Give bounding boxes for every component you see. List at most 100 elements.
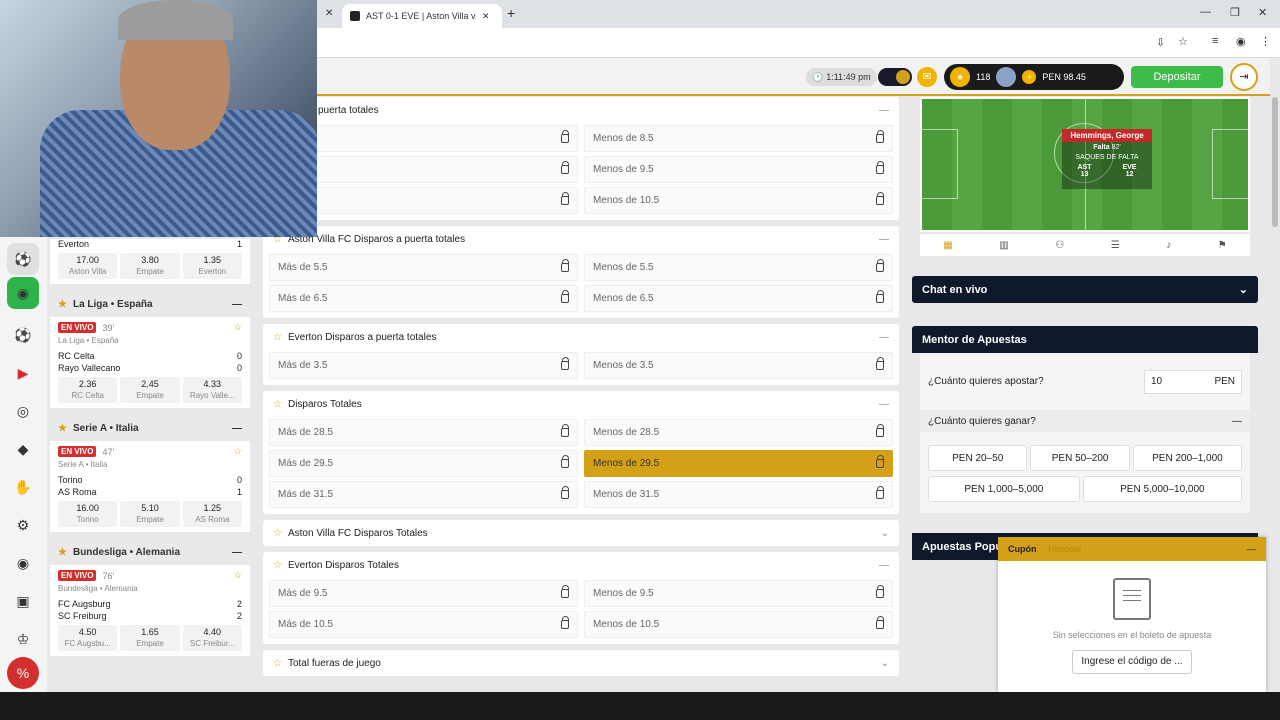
deposit-button[interactable]: Depositar [1131,66,1223,88]
close-window-icon[interactable]: ✕ [1258,6,1267,19]
odd-button[interactable]: 1.25 AS Roma [182,501,242,527]
odd-button[interactable]: 17.00 Aston Villa [58,253,118,279]
odds-cell[interactable]: Menos de 6.5 [584,285,893,312]
game-icon[interactable]: ⚙ [7,509,39,541]
football-icon[interactable]: ⚽ [7,319,39,351]
odd-button[interactable]: 4.50 FC Augsbu... [58,625,118,651]
history-tab[interactable]: Historial [1049,544,1082,554]
add-funds-icon[interactable]: + [1022,70,1037,84]
live-icon[interactable]: ◉ [7,277,39,309]
odd-button[interactable]: 1.65 Empate [120,625,180,651]
odds-cell[interactable]: Más de 9.5 [269,580,578,607]
range-button[interactable]: PEN 20–50 [928,445,1028,471]
odd-button[interactable]: 3.80 Empate [120,253,180,279]
hands-icon[interactable]: ✋ [7,471,39,503]
odds-cell[interactable]: Más de 28.5 [269,419,578,446]
favorite-star-icon[interactable]: ☆ [234,322,242,333]
odds-cell[interactable]: Menos de 29.5 [584,450,893,477]
league-header[interactable]: ★ Bundesliga • Alemania — [50,540,250,565]
target-icon[interactable]: ◎ [7,395,39,427]
market-header[interactable]: ☆ Everton Disparos Totales — [263,552,899,578]
play-icon[interactable]: ▶ [7,357,39,389]
table-icon[interactable]: ☰ [1111,240,1120,251]
minimize-icon[interactable]: — [1200,6,1211,18]
stats-icon[interactable]: ▥ [999,240,1008,251]
live-chat-header[interactable]: Chat en vivo ⌄ [912,276,1258,303]
odd-button[interactable]: 2.45 Empate [120,377,180,403]
favorite-star-icon[interactable]: ☆ [234,570,242,581]
match-card[interactable]: Everton 1 17.00 Aston Villa 3.80 Empate 1.3… [50,239,250,284]
close-tab-icon[interactable]: ✕ [482,11,490,22]
pitch-icon[interactable]: ▦ [943,240,952,251]
odd-button[interactable]: 4.40 SC Freibur... [182,625,242,651]
market-header[interactable]: ☆ Aston Villa FC Disparos Totales ⌄ [263,520,899,546]
odd-button[interactable]: 5.10 Empate [120,501,180,527]
profile-icon[interactable]: ◉ [1236,35,1246,48]
market-header[interactable]: ☆ Total fueras de juego ⌄ [263,650,899,676]
market-header[interactable]: ☆ Aston Villa FC Disparos a puerta totale… [263,226,899,252]
odds-cell[interactable]: Menos de 10.5 [584,187,893,214]
away-score: 0 [236,363,242,373]
minimize-slip-icon[interactable]: — [1247,544,1256,554]
percent-icon[interactable]: % [7,657,39,689]
odds-cell[interactable]: Más de 10.5 [269,611,578,638]
soccer-ball-icon[interactable]: ⚽ [7,243,39,275]
odds-cell[interactable]: Más de 31.5 [269,481,578,508]
odds-cell[interactable]: Más de 5.5 [269,254,578,281]
mail-icon[interactable]: ✉ [917,67,937,87]
menu-icon[interactable]: ⋮ [1260,35,1271,48]
win-question-row[interactable]: ¿Cuánto quieres ganar? — [920,410,1250,432]
bottle-icon[interactable]: ▣ [7,585,39,617]
promo-code-button[interactable]: Ingrese el código de ... [1072,650,1192,674]
odd-button[interactable]: 2.36 RC Celta [58,377,118,403]
odds-cell[interactable]: Menos de 31.5 [584,481,893,508]
install-icon[interactable]: ⇩ [1156,36,1165,49]
odds-cell[interactable]: Menos de 8.5 [584,125,893,152]
bookmark-star-icon[interactable]: ☆ [1178,35,1188,48]
favorite-star-icon[interactable]: ☆ [234,446,242,457]
odds-cell[interactable]: Más de 29.5 [269,450,578,477]
avatar[interactable] [996,67,1017,87]
restore-icon[interactable]: ❐ [1230,6,1240,19]
logout-icon[interactable]: ⇥ [1230,63,1258,91]
odd-button[interactable]: 1.35 Everton [182,253,242,279]
league-header[interactable]: ★ La Liga • España — [50,292,250,317]
medal-icon[interactable]: ◉ [7,547,39,579]
odds-cell[interactable]: Menos de 9.5 [584,156,893,183]
chips-icon[interactable]: ◆ [7,433,39,465]
new-tab-button[interactable]: + [507,5,515,21]
lineup-icon[interactable]: ⚇ [1055,240,1064,251]
mic-icon[interactable]: ♪ [1166,240,1171,251]
odds-cell[interactable]: Menos de 9.5 [584,580,893,607]
page-scrollbar[interactable] [1272,97,1278,227]
close-tab-icon[interactable]: ✕ [325,8,333,19]
amount-input[interactable]: 10 PEN [1144,369,1242,394]
theme-toggle[interactable] [878,68,912,86]
odds-cell[interactable]: Más de 3.5 [269,352,578,379]
odds-cell[interactable]: Menos de 5.5 [584,254,893,281]
range-button[interactable]: PEN 1,000–5,000 [928,476,1080,502]
range-button[interactable]: PEN 5,000–10,000 [1082,476,1242,502]
browser-tab-active[interactable]: AST 0-1 EVE | Aston Villa vs Eve ✕ [342,4,502,28]
range-button[interactable]: PEN 50–200 [1030,445,1130,471]
odds-cell[interactable]: Menos de 3.5 [584,352,893,379]
match-card[interactable]: EN VIVO 76' ☆ Bundesliga • Alemania FC Aug… [50,565,250,656]
odds-cell[interactable]: Menos de 10.5 [584,611,893,638]
trophy-icon[interactable]: ♔ [7,623,39,655]
odd-button[interactable]: 4.33 Rayo Valle... [182,377,242,403]
collapse-icon: — [879,398,889,410]
market-header[interactable]: ☆ Everton Disparos a puerta totales — [263,324,899,350]
away-abbr: EVE [1122,164,1137,171]
odds-cell[interactable]: Más de 6.5 [269,285,578,312]
shirt-icon[interactable]: ⚑ [1218,240,1227,251]
league-header[interactable]: ★ Serie A • Italia — [50,416,250,441]
media-icon[interactable]: ≡ [1212,35,1218,47]
match-card[interactable]: EN VIVO 39' ☆ La Liga • España RC Celta 0 R… [50,317,250,408]
market-header[interactable]: ☆...os a puerta totales — [263,97,899,123]
odd-button[interactable]: 16.00 Torino [58,501,118,527]
market-header[interactable]: ☆ Disparos Totales — [263,391,899,417]
range-button[interactable]: PEN 200–1,000 [1132,445,1242,471]
match-card[interactable]: EN VIVO 47' ☆ Serie A • Italia Torino 0 AS … [50,441,250,532]
coupon-tab[interactable]: Cupón [1008,544,1037,554]
odds-cell[interactable]: Menos de 28.5 [584,419,893,446]
